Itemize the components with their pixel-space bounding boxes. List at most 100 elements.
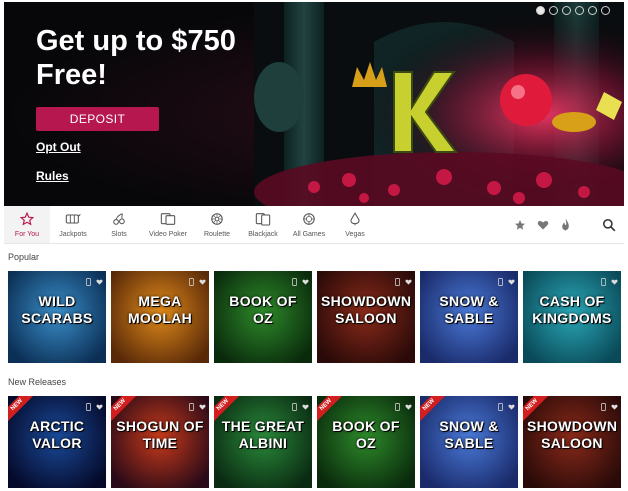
carousel-dot[interactable] (562, 6, 571, 15)
promo-headline: Get up to $750 Free! (36, 25, 236, 91)
game-tile[interactable]: BOOK OF OZ NEW (317, 396, 415, 488)
deposit-button[interactable]: DEPOSIT (36, 107, 159, 131)
mobile-icon (291, 398, 298, 411)
carousel-dot[interactable] (601, 6, 610, 15)
carousel-dot[interactable] (575, 6, 584, 15)
heart-icon[interactable] (199, 398, 206, 410)
game-tile[interactable]: ARCTIC VALOR NEW (8, 396, 106, 488)
tile-actions (188, 398, 206, 411)
game-tile[interactable]: SHOWDOWN SALOON (317, 271, 415, 363)
tab-label: Video Poker (148, 231, 187, 238)
mobile-icon (497, 273, 504, 286)
star-icon (20, 211, 34, 227)
mobile-icon (188, 398, 195, 411)
game-title: BOOK OF OZ (229, 293, 297, 326)
mobile-icon (394, 398, 401, 411)
flame-icon[interactable] (560, 218, 571, 231)
tab-label: For You (14, 231, 40, 238)
game-title: ARCTIC VALOR (29, 418, 85, 451)
tab-label: Roulette (203, 231, 231, 238)
tab-jackpots[interactable]: Jackpots (50, 206, 96, 243)
mobile-icon (188, 273, 195, 286)
game-title: MEGA MOOLAH (127, 293, 192, 326)
game-tile[interactable]: MEGA MOOLAH (111, 271, 209, 363)
tab-all-games[interactable]: All Games (286, 206, 332, 243)
game-tile[interactable]: SNOW & SABLE (420, 271, 518, 363)
tab-slots[interactable]: Slots (96, 206, 142, 243)
tile-actions (85, 398, 103, 411)
heart-icon[interactable] (508, 273, 515, 285)
tile-actions (291, 273, 309, 286)
chip-icon (302, 211, 316, 227)
tile-actions (291, 398, 309, 411)
mobile-icon (497, 398, 504, 411)
game-tile[interactable]: SNOW & SABLE NEW (420, 396, 518, 488)
heart-icon[interactable] (405, 398, 412, 410)
carousel-indicators (536, 6, 610, 15)
heart-icon[interactable] (96, 273, 103, 285)
nav-actions (514, 206, 624, 243)
banner-artwork (254, 2, 624, 206)
heart-icon[interactable] (508, 398, 515, 410)
opt-out-link[interactable]: Opt Out (36, 140, 81, 154)
mobile-icon (85, 398, 92, 411)
heart-icon[interactable] (405, 273, 412, 285)
heart-icon[interactable] (199, 273, 206, 285)
game-tile[interactable]: WILD SCARABS (8, 271, 106, 363)
game-title: SHOWDOWN SALOON (321, 293, 412, 326)
game-tile[interactable]: THE GREAT ALBINI NEW (214, 396, 312, 488)
game-title: SHOGUN OF TIME (116, 418, 204, 451)
mobile-icon (85, 273, 92, 286)
search-icon[interactable] (602, 218, 616, 232)
category-nav: For You Jackpots Slots Video Poker Roule… (4, 206, 624, 244)
game-title: CASH OF KINGDOMS (532, 293, 612, 326)
game-tile[interactable]: CASH OF KINGDOMS (523, 271, 621, 363)
casino-lobby: Get up to $750 Free! DEPOSIT Opt Out Rul… (0, 0, 628, 491)
tile-actions (600, 273, 618, 286)
tab-label: Blackjack (248, 231, 278, 238)
tile-actions (600, 398, 618, 411)
carousel-dot[interactable] (588, 6, 597, 15)
game-tile[interactable]: BOOK OF OZ (214, 271, 312, 363)
video-poker-icon (160, 211, 176, 227)
new-releases-row: ARCTIC VALOR NEW SHOGUN OF TIME NEW THE GREA… (8, 396, 622, 488)
carousel-dot[interactable] (536, 6, 545, 15)
cherry-icon (112, 211, 126, 227)
jackpots-icon (65, 211, 81, 227)
tile-actions (394, 398, 412, 411)
carousel-dot[interactable] (549, 6, 558, 15)
tab-for-you[interactable]: For You (4, 206, 50, 243)
heart-icon[interactable] (96, 398, 103, 410)
mobile-icon (291, 273, 298, 286)
game-tile[interactable]: SHOGUN OF TIME NEW (111, 396, 209, 488)
heart-icon[interactable] (537, 219, 549, 231)
tile-actions (497, 398, 515, 411)
game-title: THE GREAT ALBINI (221, 418, 305, 451)
tile-actions (85, 273, 103, 286)
section-title-new-releases: New Releases (8, 377, 67, 387)
cards-icon (255, 211, 271, 227)
mobile-icon (394, 273, 401, 286)
vegas-icon (348, 211, 362, 227)
tab-roulette[interactable]: Roulette (194, 206, 240, 243)
heart-icon[interactable] (302, 398, 309, 410)
game-tile[interactable]: SHOWDOWN SALOON NEW (523, 396, 621, 488)
section-title-popular: Popular (8, 252, 40, 262)
tab-blackjack[interactable]: Blackjack (240, 206, 286, 243)
star-icon[interactable] (514, 219, 526, 231)
tab-vegas[interactable]: Vegas (332, 206, 378, 243)
heart-icon[interactable] (611, 273, 618, 285)
tab-label: All Games (292, 231, 326, 238)
mobile-icon (600, 273, 607, 286)
promo-banner[interactable]: Get up to $750 Free! DEPOSIT Opt Out Rul… (4, 2, 624, 206)
tile-actions (188, 273, 206, 286)
heart-icon[interactable] (611, 398, 618, 410)
tab-label: Jackpots (59, 231, 87, 238)
tab-video-poker[interactable]: Video Poker (142, 206, 194, 243)
rules-link[interactable]: Rules (36, 169, 69, 183)
popular-games-row: WILD SCARABS MEGA MOOLAH BOOK OF OZ SHOWDOW… (8, 271, 622, 363)
roulette-icon (210, 211, 224, 227)
game-title: SNOW & SABLE (439, 293, 499, 326)
game-title: BOOK OF OZ (332, 418, 400, 451)
heart-icon[interactable] (302, 273, 309, 285)
